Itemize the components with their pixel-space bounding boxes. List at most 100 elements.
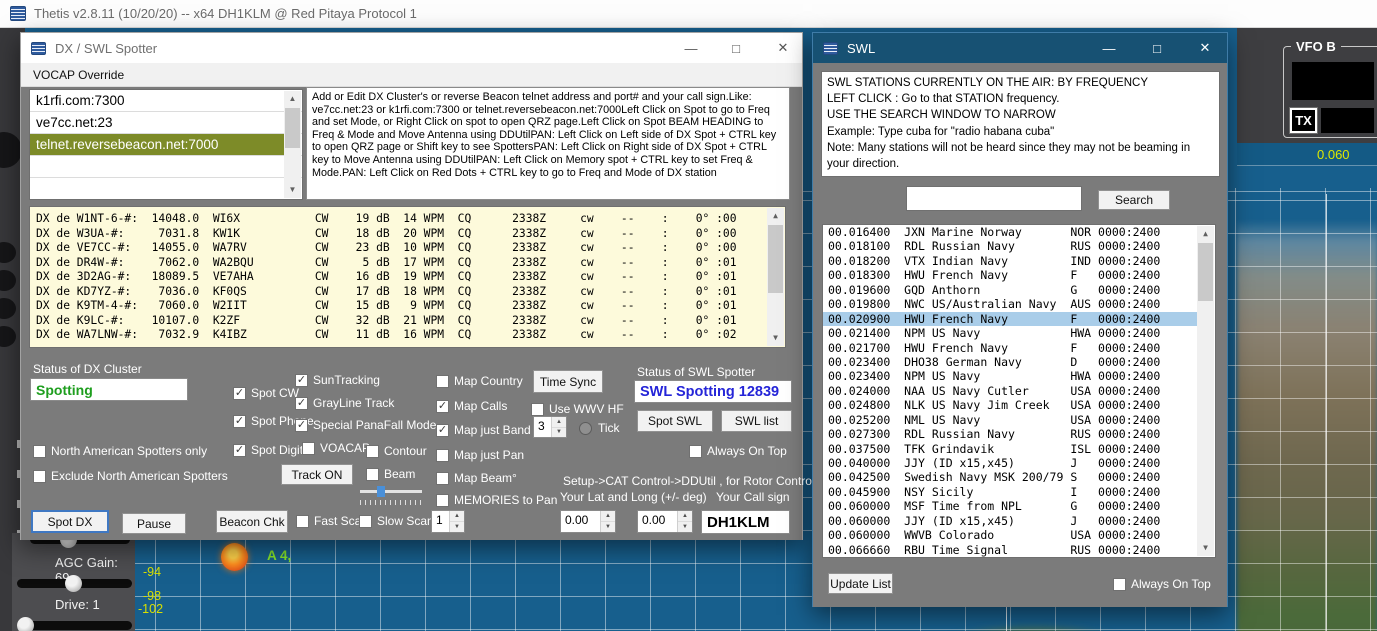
- maximize-icon[interactable]: □: [1139, 33, 1175, 63]
- longitude-spinner[interactable]: 0.00 ▲▼: [637, 510, 693, 533]
- main-window-titlebar[interactable]: Thetis v2.8.11 (10/20/20) -- x64 DH1KLM …: [0, 0, 1377, 28]
- swl-station-row[interactable]: 00.040000 JJY (ID x15,x45) J 0000:2400: [823, 456, 1198, 470]
- spot-swl-button[interactable]: Spot SWL: [637, 410, 713, 432]
- swl-station-row[interactable]: 00.018300 HWU French Navy F 0000:2400: [823, 268, 1198, 282]
- drive-slider-thumb[interactable]: [17, 617, 34, 631]
- spinner-arrows[interactable]: ▲▼: [449, 511, 464, 532]
- dx-cluster-status-field[interactable]: Spotting: [30, 378, 188, 401]
- console-knob[interactable]: [0, 270, 16, 291]
- update-list-button[interactable]: Update List: [828, 573, 893, 594]
- menu-vocap-override[interactable]: VOCAP Override: [21, 68, 136, 82]
- map-calls-checkbox[interactable]: Map Calls: [436, 399, 507, 413]
- dx-spot-row[interactable]: DX de 3D2AG-#: 18089.5 VE7AHA CW 16 dB 1…: [30, 270, 785, 285]
- beam-width-slider[interactable]: [360, 485, 422, 499]
- dx-spot-row[interactable]: DX de W3UA-#: 7031.8 KW1K CW 18 dB 20 WP…: [30, 227, 785, 242]
- dx-spot-row[interactable]: DX de DR4W-#: 7062.0 WA2BQU CW 5 dB 17 W…: [30, 256, 785, 271]
- drive-slider[interactable]: [17, 621, 132, 630]
- dx-spot-row[interactable]: DX de VE7CC-#: 14055.0 WA7RV CW 23 dB 10…: [30, 241, 785, 256]
- swl-list-button[interactable]: SWL list: [721, 410, 792, 432]
- scrollbar-thumb[interactable]: [768, 225, 783, 293]
- grayline-track-checkbox[interactable]: GrayLine Track: [295, 396, 394, 410]
- maximize-icon[interactable]: □: [718, 33, 754, 63]
- swl-station-row[interactable]: 00.018100 RDL Russian Navy RUS 0000:2400: [823, 239, 1198, 253]
- wwv-band-spinner[interactable]: 3 ▲▼: [533, 416, 567, 438]
- swl-station-row[interactable]: 00.025200 NML US Navy USA 0000:2400: [823, 413, 1198, 427]
- swl-station-row[interactable]: 00.027300 RDL Russian Navy RUS 0000:2400: [823, 427, 1198, 441]
- dx-spot-row[interactable]: DX de WA7LNW-#: 7032.9 K4IBZ CW 11 dB 16…: [30, 328, 785, 343]
- scroll-down-icon[interactable]: ▼: [1197, 540, 1214, 556]
- swl-station-row[interactable]: 00.060000 MSF Time from NPL G 0000:2400: [823, 499, 1198, 513]
- swl-station-row[interactable]: 00.037500 TFK Grindavik ISL 0000:2400: [823, 442, 1198, 456]
- scan-delay-spinner[interactable]: 1 ▲▼: [431, 510, 465, 533]
- console-knob[interactable]: [0, 326, 16, 347]
- memories-to-pan-checkbox[interactable]: MEMORIES to Pan: [436, 493, 557, 507]
- swl-station-row[interactable]: 00.019600 GQD Anthorn G 0000:2400: [823, 283, 1198, 297]
- swl-station-row[interactable]: 00.019800 NWC US/Australian Navy AUS 000…: [823, 297, 1198, 311]
- exclude-na-spotters-checkbox[interactable]: Exclude North American Spotters: [33, 469, 228, 483]
- dx-always-on-top-checkbox[interactable]: Always On Top: [689, 444, 787, 458]
- swl-always-on-top-checkbox[interactable]: Always On Top: [1113, 577, 1211, 591]
- beacon-chk-button[interactable]: Beacon Chk: [216, 510, 288, 533]
- telnet-address-item[interactable]: ve7cc.net:23: [30, 112, 285, 134]
- search-input[interactable]: [906, 186, 1082, 211]
- swl-station-row[interactable]: 00.024000 NAA US Navy Cutler USA 0000:24…: [823, 384, 1198, 398]
- callsign-field[interactable]: DH1KLM: [701, 510, 790, 534]
- swl-station-row[interactable]: 00.024800 NLK US Navy Jim Creek USA 0000…: [823, 398, 1198, 412]
- map-just-band-checkbox[interactable]: Map just Band: [436, 423, 531, 437]
- agc-gain-slider-thumb[interactable]: [65, 575, 82, 592]
- sun-tracking-marker[interactable]: [221, 543, 248, 571]
- scrollbar-thumb[interactable]: [285, 108, 300, 148]
- track-on-button[interactable]: Track ON: [281, 464, 353, 485]
- spinner-arrows[interactable]: ▲▼: [677, 511, 692, 532]
- dx-spot-row[interactable]: DX de W1NT-6-#: 14048.0 WI6X CW 19 dB 14…: [30, 212, 785, 227]
- console-knob[interactable]: [0, 242, 16, 263]
- tick-radio[interactable]: Tick: [579, 421, 620, 435]
- use-wwv-hf-checkbox[interactable]: Use WWV HF: [531, 402, 624, 416]
- dx-spots-list[interactable]: ▲ ▼ DX de W1NT-6-#: 14048.0 WI6X CW 19 d…: [29, 206, 786, 348]
- swl-station-row[interactable]: 00.021700 HWU French Navy F 0000:2400: [823, 341, 1198, 355]
- dx-spot-row[interactable]: DX de K9LC-#: 10107.0 K2ZF CW 32 dB 21 W…: [30, 314, 785, 329]
- suntracking-checkbox[interactable]: SunTracking: [295, 373, 380, 387]
- scroll-up-icon[interactable]: ▲: [1197, 226, 1214, 242]
- map-just-pan-checkbox[interactable]: Map just Pan: [436, 448, 524, 462]
- scroll-up-icon[interactable]: ▲: [767, 208, 784, 224]
- swl-station-row[interactable]: 00.060000 JJY (ID x15,x45) J 0000:2400: [823, 514, 1198, 528]
- panadapter-frequency-band[interactable]: 0.060: [1237, 143, 1377, 166]
- swl-station-row[interactable]: 00.066660 RBU Time Signal RUS 0000:2400: [823, 543, 1198, 557]
- dx-spot-row[interactable]: DX de K9TM-4-#: 7060.0 W2IIT CW 15 dB 9 …: [30, 299, 785, 314]
- minimize-icon[interactable]: —: [1091, 33, 1127, 63]
- map-beam-checkbox[interactable]: Map Beam°: [436, 471, 517, 485]
- spinner-arrows[interactable]: ▲▼: [551, 417, 566, 437]
- close-icon[interactable]: ✕: [765, 33, 801, 63]
- voacap-checkbox[interactable]: VOACAP: [302, 441, 370, 455]
- scrollbar-thumb[interactable]: [1198, 243, 1213, 301]
- scroll-down-icon[interactable]: ▼: [767, 330, 784, 346]
- contour-checkbox[interactable]: Contour: [366, 444, 427, 458]
- console-knob[interactable]: [0, 298, 16, 319]
- latitude-spinner[interactable]: 0.00 ▲▼: [560, 510, 616, 533]
- spot-dx-button[interactable]: Spot DX: [31, 510, 109, 533]
- swl-list-scrollbar[interactable]: ▲ ▼: [1197, 226, 1214, 556]
- dx-spots-scrollbar[interactable]: ▲ ▼: [767, 208, 784, 346]
- telnet-address-item[interactable]: telnet.reversebeacon.net:7000: [30, 134, 285, 156]
- spot-cw-checkbox[interactable]: Spot CW: [233, 386, 299, 400]
- close-icon[interactable]: ✕: [1187, 33, 1223, 63]
- swl-station-row[interactable]: 00.020900 HWU French Navy F 0000:2400: [823, 312, 1198, 326]
- console-knob[interactable]: [0, 132, 22, 168]
- vfo-b-sub-display[interactable]: [1321, 108, 1374, 133]
- telnet-list-scrollbar[interactable]: ▲ ▼: [284, 91, 301, 198]
- swl-stations-list[interactable]: ▲ ▼ 00.016400 JXN Marine Norway NOR 0000…: [822, 224, 1216, 558]
- tx-button[interactable]: TX: [1290, 108, 1317, 133]
- swl-station-row[interactable]: 00.023400 NPM US Navy HWA 0000:2400: [823, 369, 1198, 383]
- fast-scan-checkbox[interactable]: Fast Scan: [296, 514, 368, 528]
- vfo-b-frequency-display[interactable]: [1292, 62, 1374, 100]
- time-sync-button[interactable]: Time Sync: [533, 370, 603, 393]
- dx-spot-row[interactable]: DX de KD7YZ-#: 7036.0 KF0QS CW 17 dB 18 …: [30, 285, 785, 300]
- spot-digital-checkbox[interactable]: Spot Digital: [233, 443, 312, 457]
- beam-checkbox[interactable]: Beam: [366, 467, 415, 481]
- swl-station-row[interactable]: 00.042500 Swedish Navy MSK 200/79 S 0000…: [823, 470, 1198, 484]
- swl-station-row[interactable]: 00.060000 WWVB Colorado USA 0000:2400: [823, 528, 1198, 542]
- pause-button[interactable]: Pause: [122, 513, 186, 534]
- swl-station-row[interactable]: 00.045900 NSY Sicily I 0000:2400: [823, 485, 1198, 499]
- na-spotters-only-checkbox[interactable]: North American Spotters only: [33, 444, 207, 458]
